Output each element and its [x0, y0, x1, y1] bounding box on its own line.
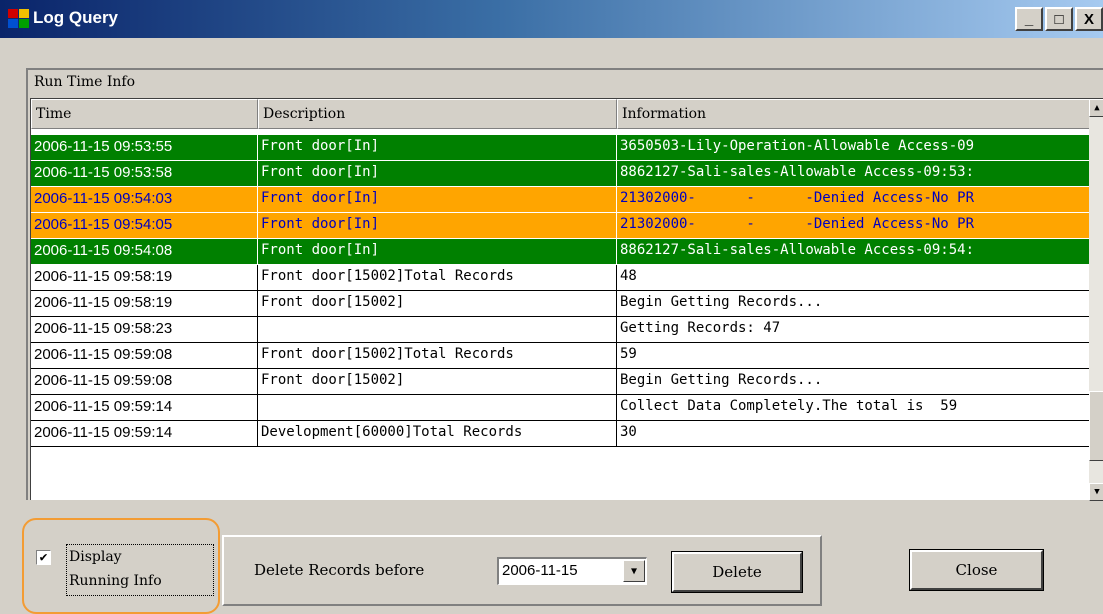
- minimize-button[interactable]: _: [1015, 7, 1043, 31]
- cell-description: Front door[In]: [258, 239, 617, 265]
- log-query-window: Log Query _ □ X Run Time Info Time Descr…: [0, 0, 1103, 614]
- scroll-thumb[interactable]: [1089, 391, 1103, 461]
- cell-time: 2006-11-15 09:58:23: [31, 317, 258, 343]
- table-row[interactable]: 2006-11-15 09:54:08 Front door[In] 8862127…: [31, 239, 1091, 265]
- cell-time: 2006-11-15 09:59:08: [31, 343, 258, 369]
- cell-description: [258, 317, 617, 343]
- grid-body: 2006-11-15 09:53:55 Front door[In] 3650503…: [31, 129, 1091, 501]
- cell-information: 21302000- - -Denied Access-No PR: [617, 213, 1091, 239]
- dropdown-arrow-icon[interactable]: ▼: [623, 560, 645, 582]
- cell-information: Begin Getting Records...: [617, 369, 1091, 395]
- cell-time: 2006-11-15 09:54:03: [31, 187, 258, 213]
- column-header-information[interactable]: Information: [617, 99, 1091, 129]
- cell-information: 8862127-Sali-sales-Allowable Access-09:5…: [617, 161, 1091, 187]
- run-time-info-panel: Run Time Info Time Description Informati…: [26, 68, 1103, 501]
- cell-description: Front door[In]: [258, 187, 617, 213]
- cell-description: Front door[15002]Total Records: [258, 265, 617, 291]
- scroll-down-arrow-icon[interactable]: ▼: [1089, 483, 1103, 501]
- table-row[interactable]: 2006-11-15 09:58:19 Front door[15002] Begi…: [31, 291, 1091, 317]
- delete-date-dropdown[interactable]: 2006-11-15 ▼: [497, 557, 647, 585]
- vertical-scrollbar[interactable]: ▲ ▼: [1089, 99, 1103, 501]
- cell-time: 2006-11-15 09:59:14: [31, 395, 258, 421]
- panel-caption: Run Time Info: [34, 74, 136, 90]
- table-row[interactable]: 2006-11-15 09:54:05 Front door[In] 2130200…: [31, 213, 1091, 239]
- cell-time: 2006-11-15 09:54:05: [31, 213, 258, 239]
- window-title: Log Query: [33, 8, 119, 27]
- cell-description: Front door[In]: [258, 161, 617, 187]
- table-row[interactable]: 2006-11-15 09:58:19 Front door[15002]Tota…: [31, 265, 1091, 291]
- cell-information: 8862127-Sali-sales-Allowable Access-09:5…: [617, 239, 1091, 265]
- cell-information: 3650503-Lily-Operation-Allowable Access-…: [617, 135, 1091, 161]
- window-controls: _ □ X: [1015, 7, 1103, 31]
- cell-information: Begin Getting Records...: [617, 291, 1091, 317]
- cell-information: Collect Data Completely.The total is 59: [617, 395, 1091, 421]
- display-running-info-label[interactable]: Display Running Info: [66, 544, 214, 596]
- cell-time: 2006-11-15 09:58:19: [31, 291, 258, 317]
- delete-records-label: Delete Records before: [254, 561, 425, 579]
- delete-date-value: 2006-11-15: [502, 562, 578, 579]
- log-grid[interactable]: Time Description Information 2006-11-15 …: [30, 98, 1103, 501]
- display-running-info-group: ✔ Display Running Info: [22, 518, 220, 614]
- cell-time: 2006-11-15 09:58:19: [31, 265, 258, 291]
- grid-header: Time Description Information: [31, 99, 1091, 129]
- table-row[interactable]: 2006-11-15 09:53:55 Front door[In] 3650503…: [31, 135, 1091, 161]
- display-running-info-checkbox[interactable]: ✔: [36, 550, 51, 565]
- table-row[interactable]: 2006-11-15 09:58:23 Getting Records: 47: [31, 317, 1091, 343]
- cell-information: 30: [617, 421, 1091, 447]
- cell-description: Front door[15002]: [258, 291, 617, 317]
- cell-information: 48: [617, 265, 1091, 291]
- column-header-time[interactable]: Time: [31, 99, 258, 129]
- close-button[interactable]: Close: [909, 549, 1044, 591]
- table-row[interactable]: 2006-11-15 09:59:08 Front door[15002] Begi…: [31, 369, 1091, 395]
- table-row[interactable]: 2006-11-15 09:54:03 Front door[In] 2130200…: [31, 187, 1091, 213]
- cell-time: 2006-11-15 09:53:58: [31, 161, 258, 187]
- cell-time: 2006-11-15 09:59:14: [31, 421, 258, 447]
- scroll-up-arrow-icon[interactable]: ▲: [1089, 99, 1103, 117]
- cell-time: 2006-11-15 09:54:08: [31, 239, 258, 265]
- cell-description: Front door[15002]Total Records: [258, 343, 617, 369]
- table-row[interactable]: 2006-11-15 09:53:58 Front door[In] 8862127…: [31, 161, 1091, 187]
- cell-information: Getting Records: 47: [617, 317, 1091, 343]
- cell-information: 21302000- - -Denied Access-No PR: [617, 187, 1091, 213]
- cell-description: Front door[15002]: [258, 369, 617, 395]
- cell-description: [258, 395, 617, 421]
- table-row[interactable]: 2006-11-15 09:59:08 Front door[15002]Tota…: [31, 343, 1091, 369]
- maximize-button[interactable]: □: [1045, 7, 1073, 31]
- delete-records-group: Delete Records before 2006-11-15 ▼ Delet…: [222, 535, 822, 606]
- cell-description: Development[60000]Total Records: [258, 421, 617, 447]
- cell-time: 2006-11-15 09:59:08: [31, 369, 258, 395]
- cell-description: Front door[In]: [258, 213, 617, 239]
- cell-time: 2006-11-15 09:53:55: [31, 135, 258, 161]
- app-icon: [8, 9, 30, 29]
- cell-description: Front door[In]: [258, 135, 617, 161]
- close-window-button[interactable]: X: [1075, 7, 1103, 31]
- table-row[interactable]: 2006-11-15 09:59:14 Collect Data Complete…: [31, 395, 1091, 421]
- table-row[interactable]: 2006-11-15 09:59:14 Development[60000]Tot…: [31, 421, 1091, 447]
- title-bar[interactable]: Log Query _ □ X: [0, 0, 1103, 38]
- delete-button[interactable]: Delete: [671, 551, 803, 593]
- cell-information: 59: [617, 343, 1091, 369]
- column-header-description[interactable]: Description: [258, 99, 617, 129]
